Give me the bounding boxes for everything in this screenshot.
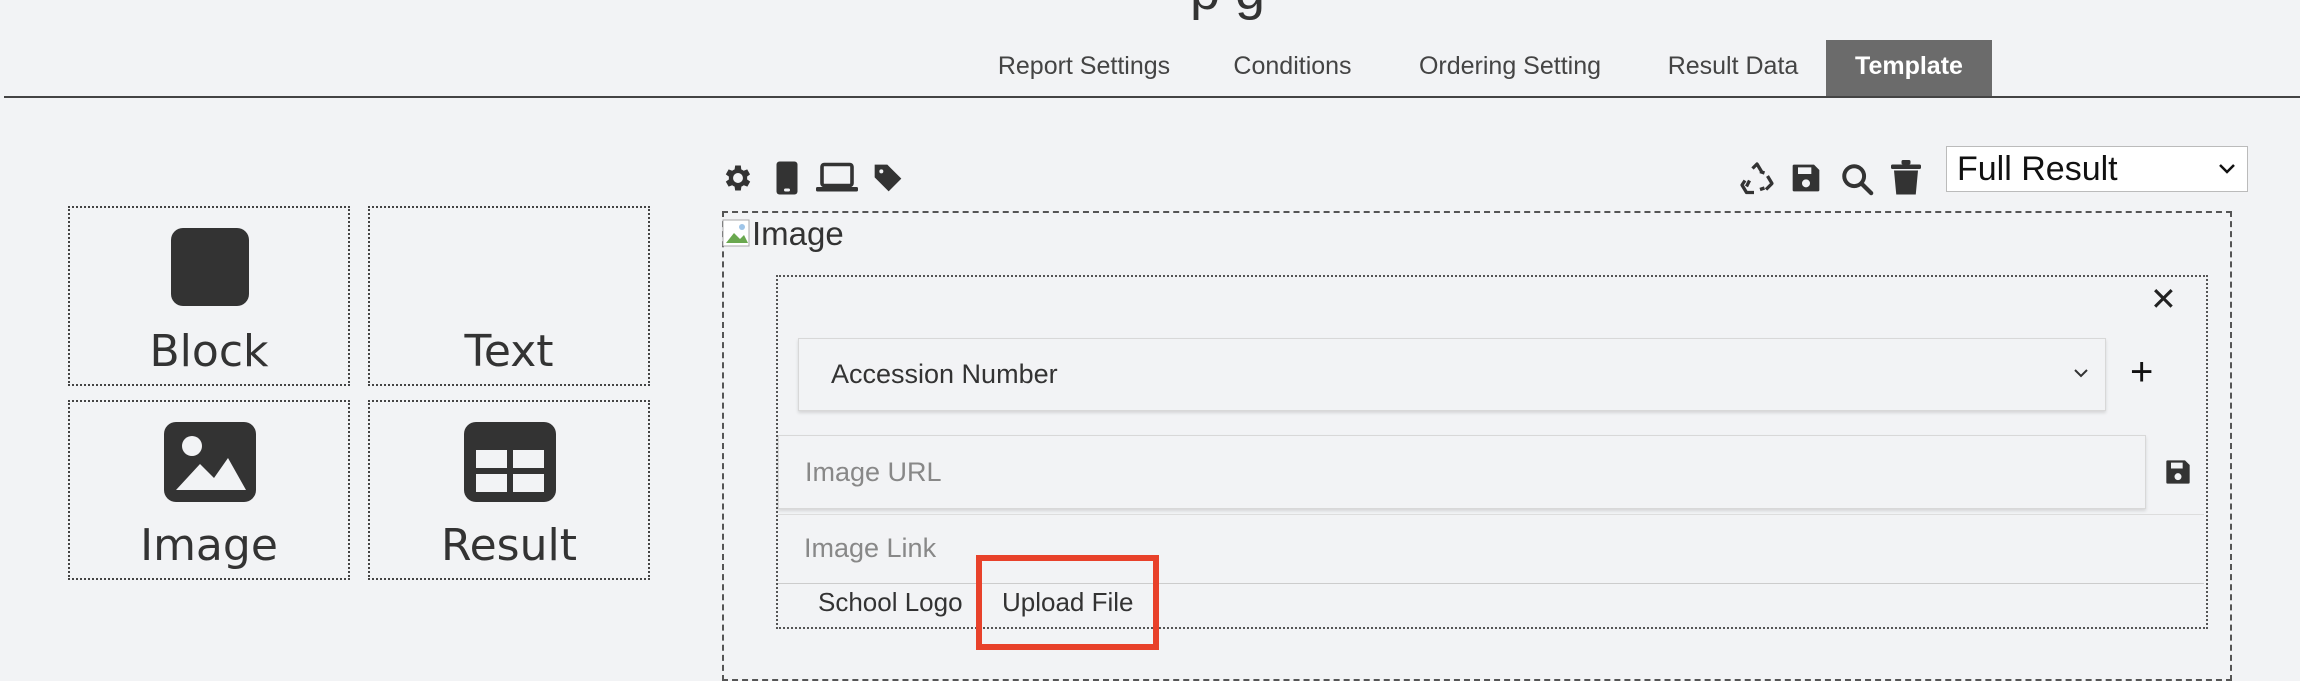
tab-ordering-setting[interactable]: Ordering Setting	[1390, 40, 1630, 96]
save-icon[interactable]	[1790, 162, 1822, 194]
add-field-button[interactable]: +	[2130, 350, 2153, 395]
broken-image-alt: Image	[752, 215, 844, 252]
tab-conditions[interactable]: Conditions	[1210, 40, 1375, 96]
page-title: p g	[1190, 0, 1265, 22]
search-icon[interactable]	[1840, 162, 1874, 196]
template-select[interactable]: Full Result	[1946, 146, 2248, 192]
component-text[interactable]: Text	[368, 206, 650, 386]
save-url-icon[interactable]	[2164, 458, 2192, 486]
component-text-label: Text	[464, 326, 554, 377]
component-block[interactable]: Block	[68, 206, 350, 386]
highlight-box	[976, 555, 1159, 650]
square-icon	[171, 228, 249, 306]
tab-report-settings[interactable]: Report Settings	[973, 40, 1195, 96]
broken-image-icon	[722, 219, 752, 249]
gear-icon[interactable]	[721, 161, 755, 195]
component-image-label: Image	[140, 520, 278, 571]
component-result-label: Result	[441, 520, 577, 571]
tab-bar: Report Settings Conditions Ordering Sett…	[0, 40, 2300, 98]
broken-image[interactable]: Image	[722, 215, 844, 253]
recycle-icon[interactable]	[1739, 161, 1775, 197]
field-select[interactable]: Accession Number	[798, 338, 2106, 411]
component-result[interactable]: Result	[368, 400, 650, 580]
component-block-label: Block	[149, 326, 269, 377]
image-url-input[interactable]: Image URL	[778, 435, 2146, 509]
chevron-down-icon	[2074, 369, 2088, 378]
component-image[interactable]: Image	[68, 400, 350, 580]
tab-template[interactable]: Template	[1826, 40, 1992, 96]
tab-school-logo[interactable]: School Logo	[818, 587, 963, 618]
close-icon[interactable]: ✕	[2150, 280, 2177, 318]
trash-icon[interactable]	[1891, 160, 1921, 196]
image-icon	[164, 422, 256, 502]
tag-icon[interactable]	[872, 162, 904, 194]
table-icon	[464, 422, 556, 502]
mobile-icon[interactable]	[775, 160, 799, 196]
laptop-icon[interactable]	[816, 162, 858, 194]
chevron-down-icon	[2219, 164, 2235, 174]
tab-bar-divider	[4, 96, 2300, 98]
tab-result-data[interactable]: Result Data	[1648, 40, 1818, 96]
